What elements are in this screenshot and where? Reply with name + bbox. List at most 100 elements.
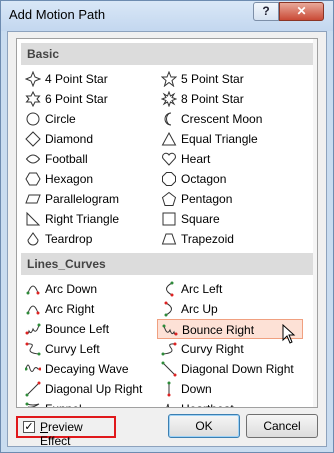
path-item-trapezoid[interactable]: Trapezoid [157,229,303,249]
close-button[interactable]: ✕ [279,2,324,21]
circle-icon [26,112,40,126]
ok-button[interactable]: OK [168,414,240,438]
curvy-right-icon [161,342,177,356]
octagon-icon [162,172,176,186]
path-item-label: 4 Point Star [45,72,108,86]
path-item-crescent-moon[interactable]: Crescent Moon [157,109,303,129]
path-item-label: Right Triangle [45,212,120,226]
path-item-square[interactable]: Square [157,209,303,229]
trapezoid-icon [161,233,177,245]
parallelogram-icon [25,194,41,204]
path-item-label: Down [181,382,212,396]
path-item-label: Crescent Moon [181,112,263,126]
arc-down-icon [26,285,40,295]
path-item-football[interactable]: Football [21,149,167,169]
preview-effect-label: Preview Effect [40,420,83,448]
preview-effect-checkbox-area[interactable]: ✓ Preview Effect [16,416,116,448]
path-item-label: Octagon [181,172,227,186]
path-item-label: Teardrop [45,232,93,246]
path-item-arc-left[interactable]: Arc Left [157,279,303,299]
five-point-star-icon [161,71,177,87]
path-item-label: Equal Triangle [181,132,258,146]
decaying-wave-icon [25,364,41,372]
path-item-label: Curvy Left [45,342,100,356]
path-item-label: Heartbeat [181,399,234,407]
add-motion-path-dialog: Add Motion Path ? ✕ Basic 4 Point Star 5 P… [0,0,334,453]
path-item-curvy-left[interactable]: Curvy Left [21,339,167,359]
path-item-label: Bounce Left [45,322,110,336]
path-item-label: Arc Up [181,302,218,316]
right-triangle-icon [26,211,41,226]
arc-up-icon [164,301,172,317]
funnel-icon [25,402,40,407]
path-item-parallelogram[interactable]: Parallelogram [21,189,167,209]
equal-triangle-icon [161,131,177,146]
path-item-diagonal-down-right[interactable]: Diagonal Down Right [157,359,303,379]
path-item-octagon[interactable]: Octagon [157,169,303,189]
pentagon-icon [161,191,177,206]
path-item-heart[interactable]: Heart [157,149,303,169]
heart-icon [162,152,176,166]
bounce-right-icon [162,324,178,336]
path-item-label: Circle [45,112,76,126]
path-item-equal-triangle[interactable]: Equal Triangle [157,129,303,149]
path-item-label: Football [45,152,88,166]
motion-path-list[interactable]: Basic 4 Point Star 5 Point Star 6 Point Sta… [16,38,318,408]
path-item-bounce-right[interactable]: Bounce Right [157,319,303,344]
path-item-diamond[interactable]: Diamond [21,129,167,149]
path-item-eight-point-star[interactable]: 8 Point Star [157,89,303,109]
path-item-teardrop[interactable]: Teardrop [21,229,167,249]
path-item-right-triangle[interactable]: Right Triangle [21,209,167,229]
diagonal-down-right-icon [161,361,177,377]
cancel-button[interactable]: Cancel [246,414,318,438]
teardrop-icon [27,232,39,246]
path-item-pentagon[interactable]: Pentagon [157,189,303,209]
path-item-decaying-wave[interactable]: Decaying Wave [21,359,167,379]
path-item-label: Arc Left [181,282,223,296]
path-item-bounce-left[interactable]: Bounce Left [21,319,167,339]
scrollbar[interactable] [313,39,317,407]
bounce-left-icon [25,323,41,335]
hexagon-icon [25,172,41,186]
path-item-circle[interactable]: Circle [21,109,167,129]
curvy-left-icon [25,342,41,356]
path-item-down[interactable]: Down [157,379,303,399]
path-item-label: 6 Point Star [45,92,108,106]
square-icon [162,212,176,226]
path-item-label: Curvy Right [181,342,244,356]
diamond-icon [25,131,41,147]
path-item-curvy-right[interactable]: Curvy Right [157,339,303,359]
six-point-star-icon [25,91,41,107]
four-point-star-icon [25,71,41,87]
eight-point-star-icon [161,91,177,107]
path-item-five-point-star[interactable]: 5 Point Star [157,69,303,89]
path-item-label: Arc Down [45,282,98,296]
path-item-heartbeat[interactable]: Heartbeat [157,399,303,407]
dialog-title: Add Motion Path [9,7,106,22]
path-item-label: Diamond [45,132,94,146]
path-item-arc-right[interactable]: Arc Right [21,299,167,319]
path-item-label: 5 Point Star [181,72,244,86]
path-item-four-point-star[interactable]: 4 Point Star [21,69,167,89]
path-item-label: Heart [181,152,211,166]
path-item-label: Arc Right [45,302,95,316]
group-header-basic: Basic [21,43,313,65]
football-icon [25,154,41,164]
preview-effect-checkbox[interactable]: ✓ [23,421,35,433]
down-icon [167,381,171,397]
path-item-hexagon[interactable]: Hexagon [21,169,167,189]
path-item-arc-down[interactable]: Arc Down [21,279,167,299]
path-item-six-point-star[interactable]: 6 Point Star [21,89,167,109]
path-item-funnel[interactable]: Funnel [21,399,167,407]
help-button[interactable]: ? [253,2,279,21]
path-item-diagonal-up-right[interactable]: Diagonal Up Right [21,379,167,399]
path-item-label: Parallelogram [45,192,120,206]
path-item-label: Pentagon [181,192,233,206]
group-header-lines-curves: Lines_Curves [21,253,313,275]
path-item-label: Diagonal Up Right [45,382,143,396]
diagonal-up-right-icon [25,381,41,397]
dialog-client: Basic 4 Point Star 5 Point Star 6 Point Sta… [7,31,327,448]
path-item-label: Diagonal Down Right [181,362,294,376]
title-bar: Add Motion Path ? ✕ [1,1,333,31]
path-item-arc-up[interactable]: Arc Up [157,299,303,319]
